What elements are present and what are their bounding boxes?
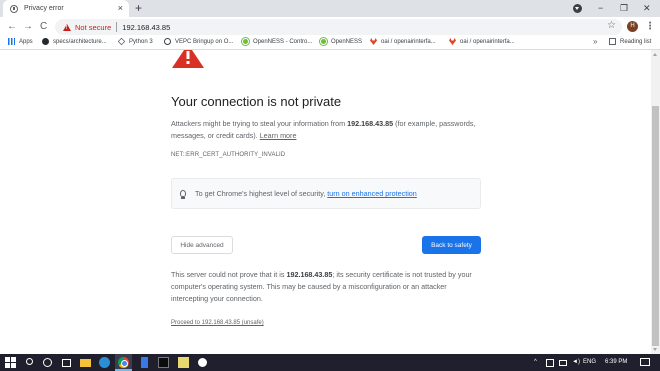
menu-icon[interactable]: ⋮	[645, 20, 655, 34]
error-code: NET::ERR_CERT_AUTHORITY_INVALID	[171, 152, 286, 158]
bookmark-label: VEPC Bringup on O...	[175, 38, 234, 45]
forward-button[interactable]: →	[23, 20, 33, 34]
paragraph-text: Attackers might be trying to steal your …	[171, 119, 348, 128]
enhanced-protection-box: To get Chrome's highest level of securit…	[171, 178, 481, 209]
volume-icon[interactable]: ◄)	[572, 357, 580, 368]
bookmark-vepc[interactable]: VEPC Bringup on O...	[164, 38, 233, 45]
security-status[interactable]: Not secure	[75, 23, 111, 32]
scrollbar-thumb[interactable]	[652, 106, 659, 346]
network-icon[interactable]	[559, 360, 567, 366]
learn-more-link[interactable]: Learn more	[260, 131, 297, 140]
magnifier-icon[interactable]	[198, 358, 207, 367]
bookmark-apps[interactable]: Apps	[8, 38, 33, 45]
tab-title: Privacy error	[24, 5, 64, 12]
hide-advanced-button[interactable]: Hide advanced	[171, 236, 233, 254]
tab-strip: Privacy error × + − ❐ ✕	[0, 0, 660, 17]
more-bookmarks-button[interactable]: »	[593, 37, 597, 46]
profile-avatar[interactable]: H	[627, 21, 638, 32]
enhanced-protection-link[interactable]: turn on enhanced protection	[327, 189, 417, 198]
back-to-safety-button[interactable]: Back to safety	[422, 236, 481, 254]
openness-icon	[242, 38, 249, 45]
bookmark-label: oai / openairinterfa...	[381, 38, 436, 45]
tab-privacy-error[interactable]: Privacy error ×	[3, 0, 129, 17]
tablet-icon[interactable]	[546, 359, 554, 367]
advanced-details-paragraph: This server could not prove that it is 1…	[171, 269, 483, 305]
host-text: 192.168.43.85	[286, 270, 333, 279]
warning-paragraph: Attackers might be trying to steal your …	[171, 118, 483, 142]
python-icon	[117, 37, 126, 46]
bookmark-label: OpenNESS	[331, 38, 363, 45]
url-text[interactable]: 192.168.43.85	[122, 23, 170, 32]
clock[interactable]: 6:39 PM	[605, 357, 627, 368]
terminal-icon[interactable]	[158, 357, 169, 368]
reading-list-icon	[609, 38, 616, 45]
interstitial-page: Your connection is not private Attackers…	[0, 50, 651, 354]
chrome-taskbar-button[interactable]	[115, 354, 132, 371]
notepad-icon[interactable]	[178, 357, 189, 368]
notification-icon[interactable]	[640, 358, 650, 366]
bookmarks-bar: Apps specs/architecture... Python 3 VEPC…	[0, 37, 660, 50]
bookmark-label: OpenNESS - Contro...	[253, 38, 313, 45]
page-title: Your connection is not private	[171, 94, 342, 109]
gitlab-icon	[449, 38, 456, 45]
lightbulb-icon	[180, 190, 186, 199]
app-icon[interactable]	[141, 357, 148, 368]
bookmark-label: oai / openairinterfa...	[460, 38, 515, 45]
bookmark-oai-2[interactable]: oai / openairinterfa...	[449, 38, 515, 45]
address-bar[interactable]: Not secure 192.168.43.85	[55, 19, 622, 35]
host-text: 192.168.43.85	[347, 119, 394, 128]
reading-list-button[interactable]: Reading list	[609, 38, 651, 45]
bookmark-label: Python 3	[129, 38, 153, 45]
minimize-button[interactable]: −	[598, 2, 603, 14]
github-icon	[42, 38, 49, 45]
browser-toolbar: ← → C Not secure 192.168.43.85 ☆ H ⋮	[0, 17, 660, 37]
bookmark-python[interactable]: Python 3	[117, 37, 153, 46]
bookmark-specs[interactable]: specs/architecture...	[42, 38, 107, 45]
new-tab-button[interactable]: +	[135, 1, 142, 15]
tab-search-icon[interactable]	[573, 4, 582, 13]
openness-icon	[320, 38, 327, 45]
info-icon	[10, 4, 18, 13]
bookmark-label: Apps	[19, 38, 33, 45]
back-button[interactable]: ←	[7, 20, 17, 34]
tray-chevron-icon[interactable]: ^	[534, 357, 537, 368]
bookmark-star-icon[interactable]: ☆	[607, 19, 616, 33]
bookmark-openness-control[interactable]: OpenNESS - Contro...	[242, 38, 312, 45]
close-tab-icon[interactable]: ×	[118, 3, 123, 13]
close-window-button[interactable]: ✕	[643, 2, 651, 14]
chrome-icon	[118, 357, 129, 368]
windows-taskbar: ^ ◄) ENG 6:39 PM	[0, 354, 660, 371]
bookmark-openness[interactable]: OpenNESS	[320, 38, 362, 45]
bookmark-oai-1[interactable]: oai / openairinterfa...	[370, 38, 436, 45]
apps-grid-icon	[8, 38, 15, 45]
language-indicator[interactable]: ENG	[583, 357, 596, 368]
scroll-down-arrow-icon[interactable]	[653, 348, 657, 351]
gitlab-icon	[370, 38, 377, 45]
globe-icon	[164, 38, 171, 45]
cortana-icon[interactable]	[43, 358, 52, 367]
windows-start-icon[interactable]	[5, 357, 16, 368]
protection-text: To get Chrome's highest level of securit…	[195, 189, 326, 198]
paragraph-text: This server could not prove that it is	[171, 270, 287, 279]
maximize-button[interactable]: ❐	[620, 2, 628, 14]
vertical-scrollbar[interactable]	[651, 50, 660, 354]
file-explorer-icon[interactable]	[80, 359, 91, 367]
divider	[116, 22, 118, 32]
reading-list-label: Reading list	[620, 38, 652, 45]
bookmark-label: specs/architecture...	[53, 38, 107, 45]
task-view-icon[interactable]	[62, 359, 71, 367]
scroll-up-arrow-icon[interactable]	[653, 53, 657, 56]
reload-button[interactable]: C	[40, 20, 47, 34]
warning-icon[interactable]	[63, 23, 71, 31]
warning-triangle-icon	[172, 50, 204, 68]
proceed-unsafe-link[interactable]: Proceed to 192.168.43.85 (unsafe)	[171, 320, 264, 326]
search-icon[interactable]	[26, 358, 33, 365]
edge-icon[interactable]	[99, 357, 110, 368]
